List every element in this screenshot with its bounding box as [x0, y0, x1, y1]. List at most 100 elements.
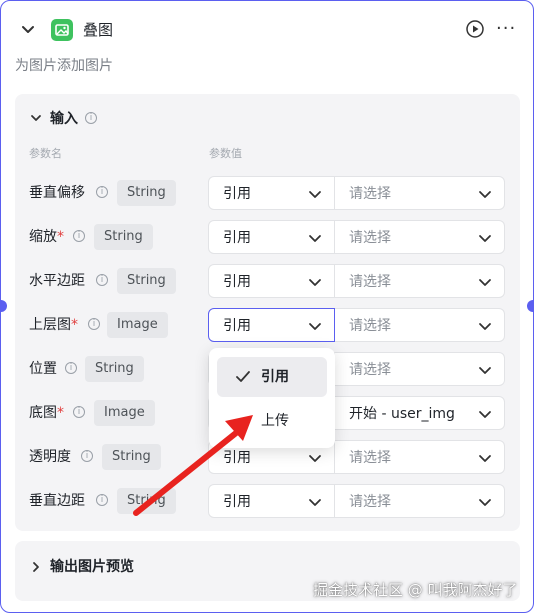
param-label-text: 透明度 — [29, 449, 71, 465]
image-overlay-node-card[interactable]: 叠图 ··· 为图片添加图片 输入 i 参数名 参数值 引用 上传 输出图片预览 — [0, 0, 534, 613]
variable-select[interactable]: 请选择 — [335, 220, 505, 254]
variable-select[interactable]: 请选择 — [335, 176, 505, 210]
variable-select[interactable]: 请选择 — [335, 264, 505, 298]
info-icon[interactable]: i — [96, 274, 108, 286]
chevron-down-icon — [309, 323, 321, 330]
param-type-tag: String — [117, 268, 176, 294]
chevron-down-icon — [479, 411, 491, 418]
chevron-down-icon — [479, 455, 491, 462]
info-icon[interactable]: i — [88, 318, 100, 330]
param-label: 水平边距 — [29, 270, 85, 292]
variable-select-value: 开始 - user_img — [349, 406, 455, 422]
param-label-text: 缩放 — [29, 229, 57, 245]
chevron-down-icon — [309, 235, 321, 242]
dropdown-option-label: 上传 — [261, 413, 289, 429]
info-icon[interactable]: i — [73, 406, 85, 418]
chevron-down-icon — [309, 499, 321, 506]
dropdown-option-reference[interactable]: 引用 — [217, 357, 327, 397]
required-marker: * — [71, 317, 78, 333]
source-type-select[interactable]: 引用 — [208, 264, 335, 298]
right-connection-handle[interactable] — [527, 300, 533, 312]
param-label-text: 上层图 — [29, 317, 71, 333]
source-type-select[interactable]: 引用 — [208, 220, 335, 254]
play-icon[interactable] — [465, 19, 485, 39]
source-type-value: 引用 — [223, 230, 251, 246]
param-type-tag: String — [117, 180, 176, 206]
source-type-select[interactable]: 引用 — [208, 176, 335, 210]
param-type-tag: String — [117, 488, 176, 514]
required-marker: * — [57, 405, 64, 421]
info-icon[interactable]: i — [81, 450, 93, 462]
param-type-tag: String — [102, 444, 161, 470]
source-type-value: 引用 — [223, 494, 251, 510]
variable-select-value: 请选择 — [349, 186, 391, 202]
param-type-tag: Image — [94, 400, 155, 426]
output-section-chevron-icon[interactable] — [29, 560, 43, 574]
column-header-name: 参数名 — [29, 147, 62, 160]
param-label-text: 垂直偏移 — [29, 185, 85, 201]
chevron-down-icon — [479, 323, 491, 330]
required-marker: * — [57, 229, 64, 245]
param-label: 垂直偏移 — [29, 182, 85, 204]
chevron-down-icon — [309, 191, 321, 198]
watermark: 掘金技术社区 @ 叫我阿杰好了 — [313, 581, 518, 599]
param-type-tag: String — [94, 224, 153, 250]
input-section-chevron-icon[interactable] — [29, 111, 43, 125]
param-label: 透明度 — [29, 446, 71, 468]
variable-select-value: 请选择 — [349, 450, 391, 466]
column-header-value: 参数值 — [209, 147, 242, 160]
variable-select[interactable]: 开始 - user_img — [335, 396, 505, 430]
variable-select-value: 请选择 — [349, 494, 391, 510]
param-label: 缩放* — [29, 226, 64, 248]
source-dropdown-menu: 引用 上传 — [209, 348, 335, 448]
param-label-text: 垂直边距 — [29, 493, 85, 509]
variable-select-value: 请选择 — [349, 230, 391, 246]
variable-select[interactable]: 请选择 — [335, 308, 505, 342]
info-icon[interactable]: i — [73, 230, 85, 242]
chevron-down-icon — [309, 279, 321, 286]
chevron-down-icon — [479, 235, 491, 242]
param-type-tag: String — [85, 356, 144, 382]
collapse-chevron-icon[interactable] — [19, 21, 37, 39]
output-preview-title: 输出图片预览 — [50, 559, 134, 575]
variable-select[interactable]: 请选择 — [335, 484, 505, 518]
variable-select-value: 请选择 — [349, 318, 391, 334]
chevron-down-icon — [479, 367, 491, 374]
variable-select-value: 请选择 — [349, 274, 391, 290]
chevron-down-icon — [479, 191, 491, 198]
variable-select[interactable]: 请选择 — [335, 352, 505, 386]
node-header: 叠图 ··· — [1, 15, 533, 45]
info-icon[interactable]: i — [96, 186, 108, 198]
source-type-select[interactable]: 引用 — [208, 484, 335, 518]
param-label-text: 底图 — [29, 405, 57, 421]
info-icon[interactable]: i — [96, 494, 108, 506]
param-label: 垂直边距 — [29, 490, 85, 512]
dropdown-option-upload[interactable]: 上传 — [217, 401, 327, 441]
variable-select[interactable]: 请选择 — [335, 440, 505, 474]
dropdown-option-label: 引用 — [261, 369, 289, 385]
info-icon[interactable]: i — [85, 112, 97, 124]
info-icon[interactable]: i — [65, 362, 77, 374]
param-label: 上层图* — [29, 314, 78, 336]
source-type-value: 引用 — [223, 450, 251, 466]
chevron-down-icon — [479, 499, 491, 506]
more-options-icon[interactable]: ··· — [496, 20, 516, 38]
param-label-text: 位置 — [29, 361, 57, 377]
source-type-value: 引用 — [223, 318, 251, 334]
chevron-down-icon — [309, 455, 321, 462]
chevron-down-icon — [479, 279, 491, 286]
source-type-value: 引用 — [223, 274, 251, 290]
source-type-value: 引用 — [223, 186, 251, 202]
input-section-title: 输入 — [50, 111, 78, 127]
variable-select-value: 请选择 — [349, 362, 391, 378]
node-title: 叠图 — [83, 21, 114, 39]
param-label-text: 水平边距 — [29, 273, 85, 289]
param-label: 位置 — [29, 358, 57, 380]
param-label: 底图* — [29, 402, 64, 424]
image-icon — [51, 19, 73, 41]
node-description: 为图片添加图片 — [15, 58, 113, 74]
param-type-tag: Image — [107, 312, 168, 338]
source-type-select[interactable]: 引用 — [208, 308, 335, 342]
check-icon — [236, 371, 250, 382]
left-connection-handle[interactable] — [1, 300, 7, 312]
